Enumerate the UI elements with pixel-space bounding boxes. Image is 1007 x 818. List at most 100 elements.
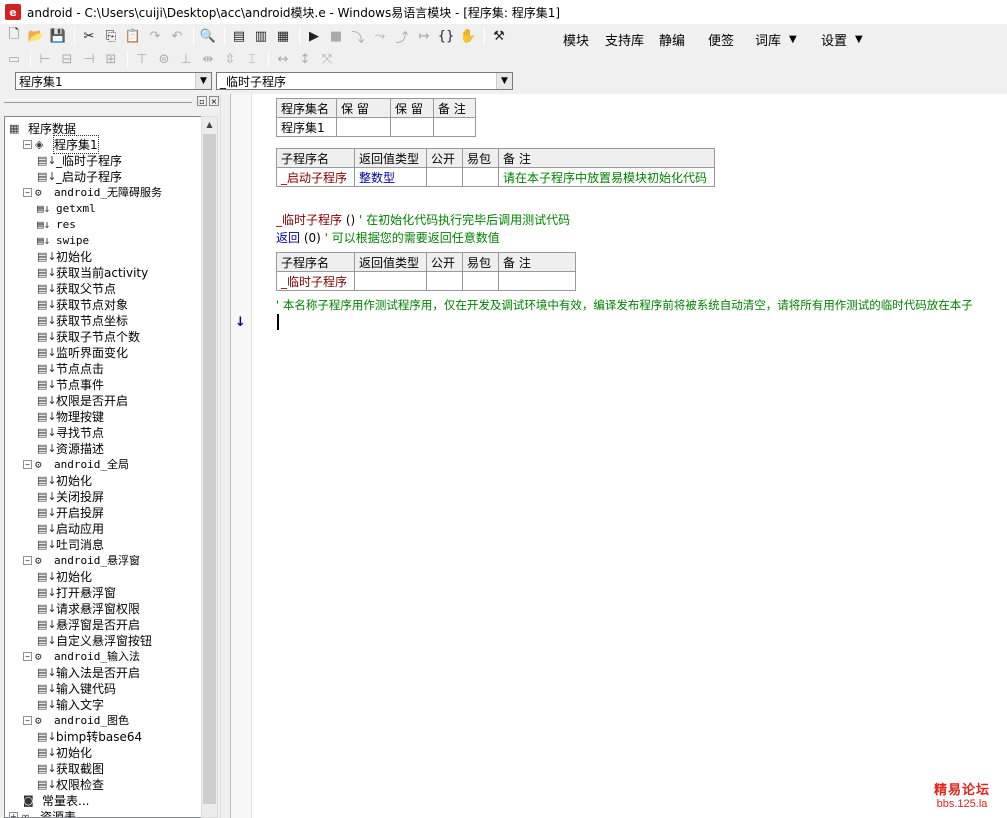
table-cell[interactable]: 程序集1 <box>276 117 337 137</box>
tree-item-resources[interactable]: + ∞ 资源表 <box>9 808 76 817</box>
run-icon[interactable]: ▶ <box>304 26 324 46</box>
tree-item-class[interactable]: − ⚙ android_图色 <box>23 712 129 728</box>
collapse-icon[interactable]: − <box>23 715 32 725</box>
tree-item-method[interactable]: ▤↓ 获取父节点 <box>37 280 116 296</box>
scroll-thumb[interactable] <box>203 134 216 804</box>
tree-item-method[interactable]: ▤↓ getxml <box>37 200 96 216</box>
collapse-icon[interactable]: − <box>23 459 32 469</box>
close-icon[interactable]: × <box>209 96 219 106</box>
table-cell[interactable] <box>462 167 499 187</box>
tree-item-method[interactable]: ▤↓ 物理按键 <box>37 408 104 424</box>
tree-item-method[interactable]: ▤↓ 打开悬浮窗 <box>37 584 116 600</box>
stop-icon[interactable]: ■ <box>326 26 346 46</box>
assembly-select[interactable]: 程序集1 ▼ <box>15 72 212 90</box>
table-cell[interactable] <box>390 117 434 137</box>
menu-notes[interactable]: 便签 <box>708 30 734 49</box>
space-horizontal-icon[interactable]: ⇹ <box>198 49 218 69</box>
menu-module[interactable]: 模块 <box>563 30 589 49</box>
layout-left-icon[interactable]: ▤ <box>229 26 249 46</box>
chevron-down-icon[interactable]: ▼ <box>195 73 211 89</box>
table-cell[interactable] <box>498 271 576 291</box>
layout-top-icon[interactable]: ▥ <box>251 26 271 46</box>
tree-item-class[interactable]: − ⚙ android_无障碍服务 <box>23 184 162 200</box>
panel-splitter[interactable] <box>220 94 230 818</box>
tree-item-method[interactable]: ▤↓ 自定义悬浮窗按钮 <box>37 632 152 648</box>
align-top-icon[interactable]: ⊤ <box>132 49 152 69</box>
tree-item-method[interactable]: ▤↓ 悬浮窗是否开启 <box>37 616 140 632</box>
tree-item-class[interactable]: − ⚙ android_悬浮窗 <box>23 552 140 568</box>
collapse-icon[interactable]: − <box>23 651 32 661</box>
collapse-icon[interactable]: − <box>23 187 32 197</box>
collapse-icon[interactable]: − <box>23 555 32 565</box>
align-middle-icon[interactable]: ⊜ <box>154 49 174 69</box>
tree-item-method[interactable]: ▤↓ 关闭投屏 <box>37 488 104 504</box>
tree-item-method[interactable]: ▤↓ 权限是否开启 <box>37 392 128 408</box>
tree-item-assembly[interactable]: − ◈ 程序集1 <box>23 134 99 154</box>
new-file-icon[interactable]: 🗋 <box>4 26 24 46</box>
project-tree[interactable]: ▦ 程序数据 − ◈ 程序集1 ▤↓ _临时子程序 ▤↓ _启动子程序 − ⚙ android_无障碍… <box>4 116 202 818</box>
form-icon[interactable]: ▭ <box>4 49 24 69</box>
menu-lexicon[interactable]: 词库 ▼ <box>755 30 797 49</box>
tree-item-constants[interactable]: ◙ 常量表... <box>23 792 89 808</box>
find-icon[interactable]: 🔍 <box>198 26 218 46</box>
table-cell[interactable]: 请在本子程序中放置易模块初始化代码 <box>498 167 715 187</box>
tree-item-method[interactable]: ▤↓ 获取子节点个数 <box>37 328 140 344</box>
step-into-icon[interactable]: ⤵ <box>348 26 368 46</box>
restore-icon[interactable]: ▫ <box>197 96 207 106</box>
step-out-icon[interactable]: ⤴ <box>392 26 412 46</box>
tree-item-method[interactable]: ▤↓ 初始化 <box>37 472 92 488</box>
code-editor[interactable]: 程序集名 保 留 保 留 备 注 程序集1 子程序名 返回值类型 公开 易包 备… <box>252 94 1007 818</box>
run-to-cursor-icon[interactable]: ↦ <box>414 26 434 46</box>
space-vertical-icon[interactable]: ⇳ <box>220 49 240 69</box>
step-over-icon[interactable]: ⤳ <box>370 26 390 46</box>
long-comment[interactable]: ' 本名称子程序用作测试程序用，仅在开发及调试环境中有效，编译发布程序前将被系统… <box>276 297 973 313</box>
tree-item-class[interactable]: − ⚙ android_全局 <box>23 456 129 472</box>
align-center-icon[interactable]: ⊟ <box>57 49 77 69</box>
subroutine-select[interactable]: _临时子程序 ▼ <box>216 72 513 90</box>
braces-icon[interactable]: {} <box>436 26 456 46</box>
table-cell[interactable]: _临时子程序 <box>276 271 355 291</box>
tree-item-method[interactable]: ▤↓ 初始化 <box>37 248 92 264</box>
collapse-icon[interactable]: − <box>23 139 32 149</box>
scroll-up-icon[interactable]: ▲ <box>202 117 217 133</box>
tree-item-root[interactable]: ▦ 程序数据 <box>9 120 76 136</box>
save-icon[interactable]: 💾 <box>48 26 68 46</box>
tree-item-method[interactable]: ▤↓ 输入键代码 <box>37 680 116 696</box>
align-right-icon[interactable]: ⊣ <box>79 49 99 69</box>
redo-icon[interactable]: ↷ <box>145 26 165 46</box>
tree-item-method[interactable]: ▤↓ 节点点击 <box>37 360 104 376</box>
code-line[interactable]: _临时子程序 () ' 在初始化代码执行完毕后调用测试代码 <box>276 211 570 228</box>
code-line[interactable]: 返回 (0) ' 可以根据您的需要返回任意数值 <box>276 229 500 246</box>
open-folder-icon[interactable]: 📂 <box>26 26 46 46</box>
table-cell[interactable] <box>426 167 463 187</box>
tree-item-subroutine[interactable]: ▤↓ _启动子程序 <box>37 168 122 184</box>
cut-icon[interactable]: ✂ <box>79 26 99 46</box>
same-width-icon[interactable]: ↔ <box>273 49 293 69</box>
tree-item-subroutine[interactable]: ▤↓ _临时子程序 <box>37 152 122 168</box>
tree-item-method[interactable]: ▤↓ 获取当前activity <box>37 264 148 280</box>
tree-item-method[interactable]: ▤↓ 输入文字 <box>37 696 104 712</box>
table-cell[interactable] <box>462 271 499 291</box>
table-cell[interactable]: _启动子程序 <box>276 167 355 187</box>
layout-split-icon[interactable]: ▦ <box>273 26 293 46</box>
table-cell[interactable] <box>354 271 427 291</box>
tree-item-method[interactable]: ▤↓ 监听界面变化 <box>37 344 128 360</box>
tree-item-method[interactable]: ▤↓ 权限检查 <box>37 776 104 792</box>
tree-item-method[interactable]: ▤↓ 开启投屏 <box>37 504 104 520</box>
tree-item-method[interactable]: ▤↓ 获取节点对象 <box>37 296 128 312</box>
paste-icon[interactable]: 📋 <box>123 26 143 46</box>
same-size-icon[interactable]: ⤧ <box>317 49 337 69</box>
tree-item-method[interactable]: ▤↓ swipe <box>37 232 89 248</box>
menu-settings[interactable]: 设置 ▼ <box>821 30 863 49</box>
tree-item-class[interactable]: − ⚙ android_输入法 <box>23 648 140 664</box>
space-equal-icon[interactable]: ⌶ <box>242 49 262 69</box>
tool-icon[interactable]: ⚒ <box>489 26 509 46</box>
table-cell[interactable]: 整数型 <box>354 167 427 187</box>
hand-icon[interactable]: ✋ <box>458 26 478 46</box>
tree-item-method[interactable]: ▤↓ 初始化 <box>37 744 92 760</box>
align-bottom-icon[interactable]: ⊥ <box>176 49 196 69</box>
copy-icon[interactable]: ⎘ <box>101 26 121 46</box>
align-group-icon[interactable]: ⊞ <box>101 49 121 69</box>
tree-item-method[interactable]: ▤↓ 获取节点坐标 <box>37 312 128 328</box>
tree-item-method[interactable]: ▤↓ 寻找节点 <box>37 424 104 440</box>
